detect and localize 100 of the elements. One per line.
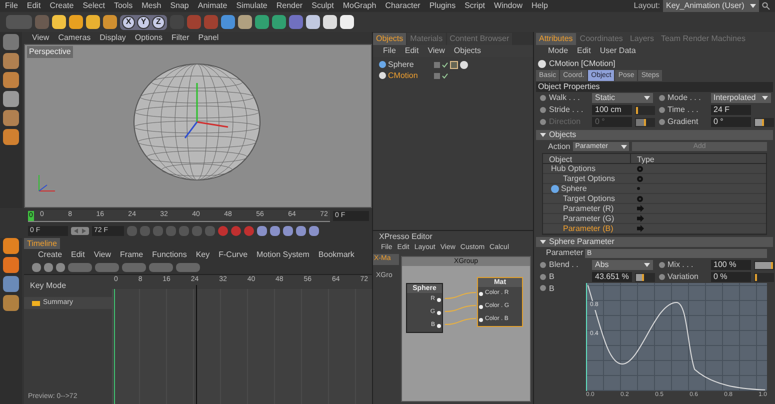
menu-item[interactable]: View [94, 249, 112, 261]
field-label: Stride . . . [549, 104, 584, 116]
menu-item[interactable]: Options [134, 32, 162, 44]
field-label: Variation [668, 271, 700, 283]
menu-item[interactable]: Window [494, 0, 522, 12]
object-item[interactable]: CMotion [388, 70, 432, 82]
caret-icon [621, 144, 628, 148]
menu-item[interactable]: F-Curve [218, 249, 248, 261]
number-field[interactable]: 100 % [710, 260, 750, 270]
menu-item[interactable]: File [383, 45, 396, 57]
slider-track[interactable] [754, 272, 774, 282]
section-title: Sphere Parameter [549, 237, 614, 247]
menu-item[interactable]: Sculpt [312, 0, 334, 12]
field-label: Parameter [546, 247, 582, 259]
menu-item[interactable]: Panel [198, 32, 219, 44]
menu-item[interactable]: Mesh [142, 0, 162, 12]
menu-item[interactable]: Bookmark [318, 249, 354, 261]
caret-icon [540, 133, 546, 137]
menu-item[interactable]: User Data [600, 45, 636, 57]
tree-item[interactable]: Target Options [563, 172, 616, 184]
menu-item[interactable]: Help [531, 0, 548, 12]
column-header: Key Mode [29, 280, 68, 292]
field-label: B [549, 271, 556, 283]
search-icon[interactable] [762, 2, 770, 10]
number-field[interactable]: 100 cm [592, 105, 632, 115]
layout-dropdown[interactable]: Key_Animation (User) [663, 0, 759, 12]
section-header: Object Properties [536, 82, 773, 92]
field-label: Action [548, 140, 570, 152]
panel-tab[interactable]: Timeline [24, 238, 60, 249]
folder-icon [32, 300, 40, 306]
slider-track[interactable] [635, 106, 655, 114]
field-label: Mix . . . [668, 259, 694, 271]
menu-item[interactable]: Character [385, 0, 420, 12]
tree-item[interactable]: Parameter (G) [563, 212, 614, 224]
caret-icon [762, 96, 768, 100]
menu-item[interactable]: Objects [454, 45, 482, 57]
gear-icon [637, 196, 643, 202]
panel-title: XPresso Editor [378, 231, 434, 242]
dropdown[interactable]: Interpolated [710, 93, 771, 103]
menu-item[interactable]: MoGraph [342, 0, 376, 12]
axis-toggle-button[interactable]: X [122, 16, 135, 28]
menu-item[interactable]: Script [464, 0, 486, 12]
menu-item[interactable]: Snap [170, 0, 189, 12]
xpresso-tag-icon[interactable] [450, 60, 458, 68]
caret-icon [644, 96, 650, 100]
menu-item[interactable]: Create [38, 249, 62, 261]
tree-item[interactable]: Sphere [561, 182, 587, 194]
column-header: Type [636, 154, 654, 163]
menu-item[interactable]: Key [196, 249, 210, 261]
tree-item[interactable]: Parameter (B) [563, 222, 614, 234]
menu-item[interactable]: Edit [71, 249, 85, 261]
menu-item[interactable]: Edit [577, 45, 591, 57]
menu-item[interactable]: Filter [171, 32, 190, 44]
tree-item[interactable]: Target Options [563, 192, 616, 204]
section-header[interactable]: Objects [536, 130, 773, 140]
menu-item[interactable]: View [428, 45, 445, 57]
layout-label: Layout: [634, 0, 660, 12]
menu-item[interactable]: Select [82, 0, 105, 12]
tree-item[interactable]: Hub Options [551, 162, 596, 174]
number-field[interactable]: 0 % [710, 272, 750, 282]
menu-item[interactable]: Frame [120, 249, 144, 261]
menu-item[interactable]: Render [276, 0, 303, 12]
axis-toggle-button[interactable]: Y [137, 16, 150, 28]
menu-item[interactable]: Create [50, 0, 74, 12]
menu-item[interactable]: Cameras [58, 32, 91, 44]
slider-track[interactable] [635, 272, 655, 282]
menu-item[interactable]: Functions [152, 249, 187, 261]
double-arrow-icon[interactable] [71, 226, 89, 234]
menu-item[interactable]: View [32, 32, 50, 44]
number-field[interactable]: 0 ° [710, 117, 750, 127]
dropdown[interactable]: Abs [592, 260, 652, 270]
menu-item[interactable]: Edit [404, 45, 419, 57]
menu-item[interactable]: Tools [114, 0, 133, 12]
number-field[interactable]: 43.651 % [592, 272, 632, 282]
object-title: CMotion [CMotion] [549, 58, 616, 70]
number-field[interactable]: 24 F [710, 105, 750, 115]
axis-toggle-button[interactable]: Z [152, 16, 165, 28]
dropdown[interactable]: Static [592, 93, 652, 103]
menu-item[interactable]: Animate [198, 0, 228, 12]
wires-drawing [445, 291, 476, 326]
camera-label: Perspective [27, 46, 73, 58]
field-label: Blend . . [549, 259, 580, 271]
caret-icon [540, 240, 546, 244]
section-title: Objects [549, 130, 576, 140]
menu-item[interactable]: Motion System [256, 249, 310, 261]
menu-item[interactable]: Simulate [236, 0, 268, 12]
slider-track[interactable] [635, 118, 655, 126]
field-label: B [549, 283, 554, 295]
caret-icon [750, 4, 756, 8]
menu-item[interactable]: Plugins [429, 0, 456, 12]
menu-item[interactable]: Edit [26, 0, 41, 12]
tree-item[interactable]: Parameter (R) [563, 202, 614, 214]
section-header[interactable]: Sphere Parameter [536, 237, 773, 247]
object-item[interactable]: Sphere [388, 58, 432, 70]
slider-track[interactable] [754, 118, 774, 126]
menu-item[interactable]: File [5, 0, 18, 12]
menu-item[interactable]: Display [100, 32, 126, 44]
menu-item[interactable]: Mode [548, 45, 568, 57]
field-label: Mode . . . [668, 92, 702, 104]
caret-icon [644, 263, 650, 267]
